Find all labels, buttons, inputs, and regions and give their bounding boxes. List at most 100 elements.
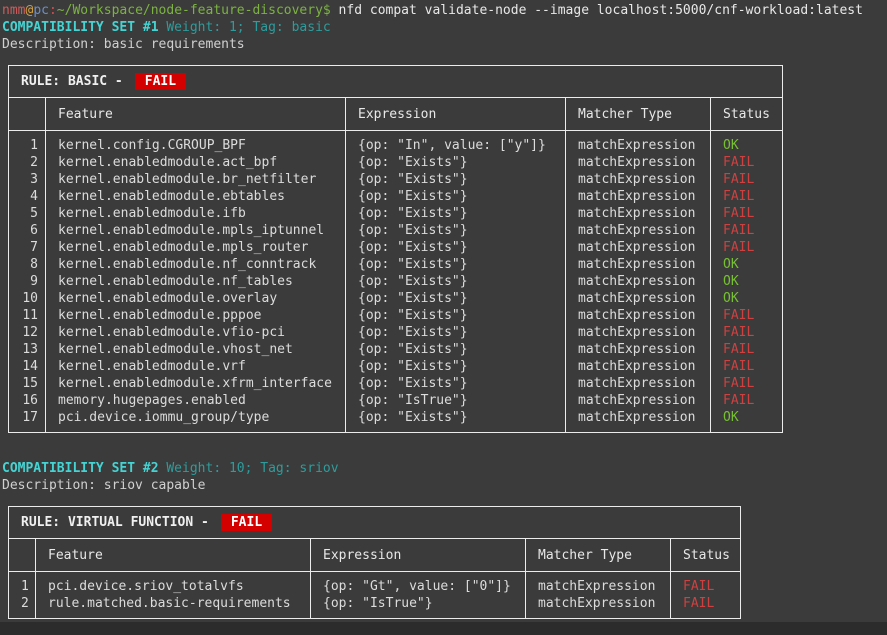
row-number: 7 [9,239,46,256]
set-title: COMPATIBILITY SET #1 [2,20,159,35]
table-row: 11 kernel.enabledmodule.pppoe {op: "Exis… [9,307,783,324]
status-cell: FAIL [711,171,783,188]
compatibility-set-1: COMPATIBILITY SET #1 Weight: 1; Tag: basi… [2,19,887,433]
set-weight-tag: Weight: 1; Tag: basic [166,20,330,35]
matcher-type-cell: matchExpression [566,188,711,205]
set-title: COMPATIBILITY SET #2 [2,461,159,476]
status-cell: FAIL [711,188,783,205]
set-description: Description: basic requirements [2,36,887,53]
table-row: 12 kernel.enabledmodule.vfio-pci {op: "E… [9,324,783,341]
feature-cell: kernel.enabledmodule.br_netfilter [46,171,346,188]
status-cell: FAIL [711,307,783,324]
status-cell: FAIL [671,572,741,596]
row-number: 15 [9,375,46,392]
feature-cell: kernel.enabledmodule.pppoe [46,307,346,324]
status-cell: OK [711,273,783,290]
rule-label: RULE: VIRTUAL FUNCTION - [21,515,209,530]
expression-cell: {op: "Exists"} [346,307,566,324]
table-row: 2 kernel.enabledmodule.act_bpf {op: "Exi… [9,154,783,171]
table-row: 14 kernel.enabledmodule.vrf {op: "Exists… [9,358,783,375]
set-description: Description: sriov capable [2,477,887,494]
expression-cell: {op: "Exists"} [346,171,566,188]
expression-cell: {op: "Exists"} [346,154,566,171]
column-header-feature: Feature [36,539,311,572]
row-number: 1 [9,572,36,596]
set-heading: COMPATIBILITY SET #2Weight: 10; Tag: sri… [2,460,887,477]
status-cell: FAIL [711,239,783,256]
column-header-status: Status [671,539,741,572]
row-number: 2 [9,595,36,619]
matcher-type-cell: matchExpression [566,154,711,171]
feature-cell: kernel.enabledmodule.ifb [46,205,346,222]
expression-cell: {op: "Exists"} [346,222,566,239]
matcher-type-cell: matchExpression [566,205,711,222]
status-cell: OK [711,256,783,273]
matcher-type-cell: matchExpression [526,572,671,596]
table-row: 15 kernel.enabledmodule.xfrm_interface {… [9,375,783,392]
expression-cell: {op: "Exists"} [346,273,566,290]
row-number: 5 [9,205,46,222]
expression-cell: {op: "Exists"} [346,188,566,205]
status-cell: OK [711,409,783,433]
matcher-type-cell: matchExpression [566,392,711,409]
column-header-row: Feature Expression Matcher Type Status [9,98,783,131]
status-cell: FAIL [711,154,783,171]
row-number: 6 [9,222,46,239]
table-row: 4 kernel.enabledmodule.ebtables {op: "Ex… [9,188,783,205]
status-cell: FAIL [671,595,741,619]
feature-cell: pci.device.sriov_totalvfs [36,572,311,596]
status-cell: OK [711,131,783,155]
table-row: 7 kernel.enabledmodule.mpls_router {op: … [9,239,783,256]
expression-cell: {op: "Gt", value: ["0"]} [311,572,526,596]
row-number: 9 [9,273,46,290]
status-cell: OK [711,290,783,307]
rule-header-row: RULE: VIRTUAL FUNCTION -FAIL [9,507,741,539]
table-row: 1 kernel.config.CGROUP_BPF {op: "In", va… [9,131,783,155]
status-cell: FAIL [711,222,783,239]
expression-cell: {op: "Exists"} [346,375,566,392]
prompt-colon: : [49,3,57,18]
rule-label: RULE: BASIC - [21,74,123,89]
table-row: 2 rule.matched.basic-requirements {op: "… [9,595,741,619]
feature-cell: kernel.enabledmodule.mpls_router [46,239,346,256]
terminal-window: nmm@pc:~/Workspace/node-feature-discover… [2,2,887,619]
table-row: 17 pci.device.iommu_group/type {op: "Exi… [9,409,783,433]
table-row: 16 memory.hugepages.enabled {op: "IsTrue… [9,392,783,409]
status-cell: FAIL [711,205,783,222]
matcher-type-cell: matchExpression [566,256,711,273]
feature-cell: kernel.enabledmodule.act_bpf [46,154,346,171]
table-row: 13 kernel.enabledmodule.vhost_net {op: "… [9,341,783,358]
column-header-index [9,98,46,131]
row-number: 13 [9,341,46,358]
expression-cell: {op: "Exists"} [346,341,566,358]
feature-cell: pci.device.iommu_group/type [46,409,346,433]
matcher-type-cell: matchExpression [566,409,711,433]
compatibility-set-2: COMPATIBILITY SET #2Weight: 10; Tag: sri… [2,460,887,619]
expression-cell: {op: "Exists"} [346,239,566,256]
terminal-bottom-edge [0,622,887,635]
matcher-type-cell: matchExpression [566,290,711,307]
feature-cell: kernel.enabledmodule.vrf [46,358,346,375]
matcher-type-cell: matchExpression [566,307,711,324]
column-header-feature: Feature [46,98,346,131]
table-row: 9 kernel.enabledmodule.nf_tables {op: "E… [9,273,783,290]
feature-cell: rule.matched.basic-requirements [36,595,311,619]
expression-cell: {op: "Exists"} [346,256,566,273]
matcher-type-cell: matchExpression [566,358,711,375]
row-number: 10 [9,290,46,307]
row-number: 8 [9,256,46,273]
row-number: 4 [9,188,46,205]
rule-table-virtual-function: RULE: VIRTUAL FUNCTION -FAIL Feature Exp… [8,506,741,619]
row-number: 17 [9,409,46,433]
matcher-type-cell: matchExpression [566,171,711,188]
prompt-username: nmm [2,3,25,18]
matcher-type-cell: matchExpression [566,239,711,256]
prompt-dollar-sign: $ [323,3,331,18]
feature-cell: kernel.enabledmodule.ebtables [46,188,346,205]
rule-table-basic: RULE: BASIC - FAIL Feature Expression Mat… [8,65,783,433]
expression-cell: {op: "Exists"} [346,324,566,341]
status-cell: FAIL [711,358,783,375]
table-row: 3 kernel.enabledmodule.br_netfilter {op:… [9,171,783,188]
row-number: 12 [9,324,46,341]
shell-command: nfd compat validate-node --image localho… [331,3,863,18]
